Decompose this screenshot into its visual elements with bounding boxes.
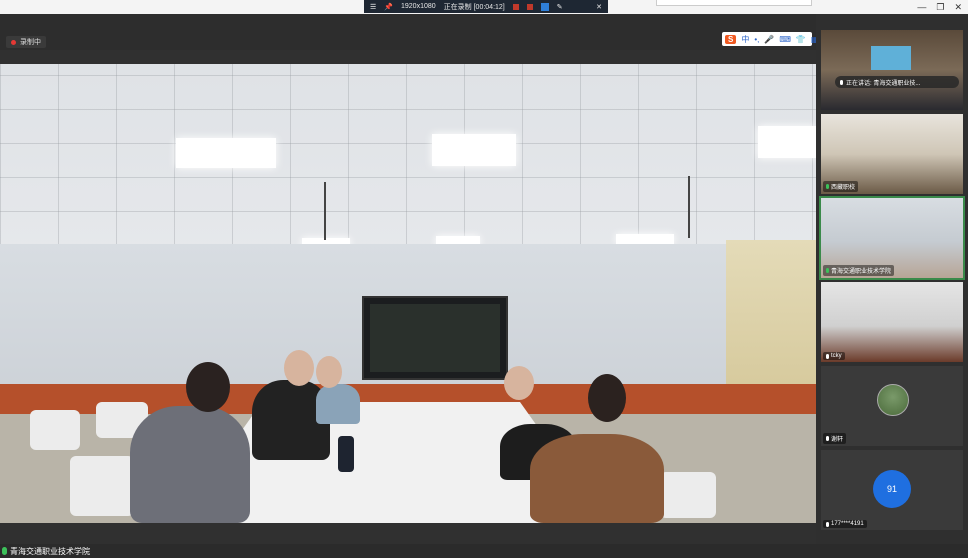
participant-name: tcky: [831, 353, 842, 359]
speaking-indicator: 正在讲话: 青海交通职业技...: [835, 76, 959, 88]
video-person: [316, 384, 360, 424]
participant-label: 西藏职校: [823, 181, 859, 192]
window-controls: — ❐ ✕: [917, 0, 962, 14]
participant-label: 177****4191: [823, 520, 867, 528]
mic-icon: [826, 268, 829, 273]
recording-badge: 录制中: [6, 36, 46, 48]
video-person: [130, 406, 250, 523]
mic-icon: [826, 184, 829, 189]
resolution-text: 1920x1080: [401, 3, 436, 10]
speaking-text: 正在讲话: 青海交通职业技...: [846, 80, 921, 87]
menu-icon[interactable]: ☰: [370, 3, 376, 11]
mic-active-icon: [2, 547, 7, 555]
ime-toolbar[interactable]: S 中 •, 🎤 ⌨ 👕 ▦: [722, 32, 818, 46]
pen-icon[interactable]: ✎: [557, 3, 563, 11]
recording-status-text: 正在录制 [00:04:12]: [443, 3, 505, 11]
ceiling-mic: [688, 176, 690, 238]
sogou-logo: S: [725, 34, 737, 44]
minimize-icon[interactable]: —: [917, 2, 926, 12]
video-person-head: [316, 356, 342, 388]
main-video-feed[interactable]: [0, 64, 816, 523]
mic-icon: [826, 521, 829, 527]
participant-tile-active[interactable]: 青海交通职业技术学院: [819, 196, 965, 280]
ceiling-light: [176, 138, 276, 168]
pause-button[interactable]: [512, 3, 519, 10]
screen-select-button[interactable]: [540, 2, 549, 11]
main-participant-label: 青海交通职业技术学院: [0, 544, 90, 558]
main-stage: 录制中 S 中 •, 🎤 ⌨ 👕 ▦ 青海交通职业技术学院: [0, 14, 818, 556]
participant-tile[interactable]: tcky: [821, 282, 963, 362]
participant-label: 谢轩: [823, 433, 847, 444]
stage-top-bar: [0, 14, 816, 50]
video-window: [726, 240, 816, 405]
video-chair: [30, 410, 80, 450]
main-participant-name: 青海交通职业技术学院: [10, 546, 90, 556]
participant-video: [821, 282, 963, 362]
background-input: [656, 0, 812, 6]
video-person-head: [504, 366, 534, 400]
participants-panel: 正在讲话: 青海交通职业技... 西藏职校 青海交通职业技术学院 tcky 谢轩…: [816, 14, 968, 544]
mic-icon: [826, 436, 829, 441]
ceiling-light: [758, 126, 816, 158]
ceiling-mic: [324, 182, 326, 240]
participant-label: 青海交通职业技术学院: [823, 265, 895, 276]
skin-icon[interactable]: 👕: [796, 35, 806, 44]
video-thermos: [338, 436, 354, 472]
video-chair: [70, 456, 134, 516]
mic-icon: [840, 79, 843, 85]
participant-tile[interactable]: 谢轩: [821, 366, 963, 446]
participant-label: tcky: [823, 352, 845, 360]
participant-name: 谢轩: [831, 437, 844, 443]
maximize-icon[interactable]: ❐: [936, 2, 944, 13]
close-icon[interactable]: ✕: [954, 2, 962, 13]
participant-avatar: [877, 384, 909, 416]
participant-name: 青海交通职业技术学院: [831, 269, 892, 275]
video-person: [530, 434, 664, 523]
participant-avatar: 91: [873, 470, 911, 508]
video-person-head: [186, 362, 230, 412]
pin-icon[interactable]: 📌: [384, 3, 393, 11]
participant-tile[interactable]: 西藏职校: [821, 114, 963, 194]
recording-badge-label: 录制中: [20, 39, 41, 46]
record-dot-icon: [11, 39, 16, 45]
participant-tile[interactable]: 正在讲话: 青海交通职业技...: [821, 30, 963, 110]
recording-toolbar: ☰ 📌 1920x1080 正在录制 [00:04:12] ✎ ✕: [364, 0, 608, 13]
participant-video: [821, 30, 963, 110]
stop-button[interactable]: [526, 3, 533, 10]
participant-tile[interactable]: 91 177****4191: [821, 450, 963, 530]
video-person-head: [284, 350, 314, 386]
participant-name: 西藏职校: [831, 185, 856, 191]
video-tv-screen: [362, 296, 508, 380]
punctuation-icon[interactable]: •,: [754, 35, 759, 44]
ceiling-light: [432, 134, 516, 166]
video-person-head: [588, 374, 626, 422]
participant-name: 177****4191: [831, 521, 864, 527]
close-toolbar-icon[interactable]: ✕: [596, 3, 602, 11]
mic-icon: [826, 353, 829, 359]
ime-lang-toggle[interactable]: 中: [741, 34, 749, 45]
ceiling-light: [616, 234, 674, 244]
video-chair: [660, 472, 716, 518]
mic-icon[interactable]: 🎤: [764, 35, 774, 44]
keyboard-icon[interactable]: ⌨: [779, 35, 791, 44]
